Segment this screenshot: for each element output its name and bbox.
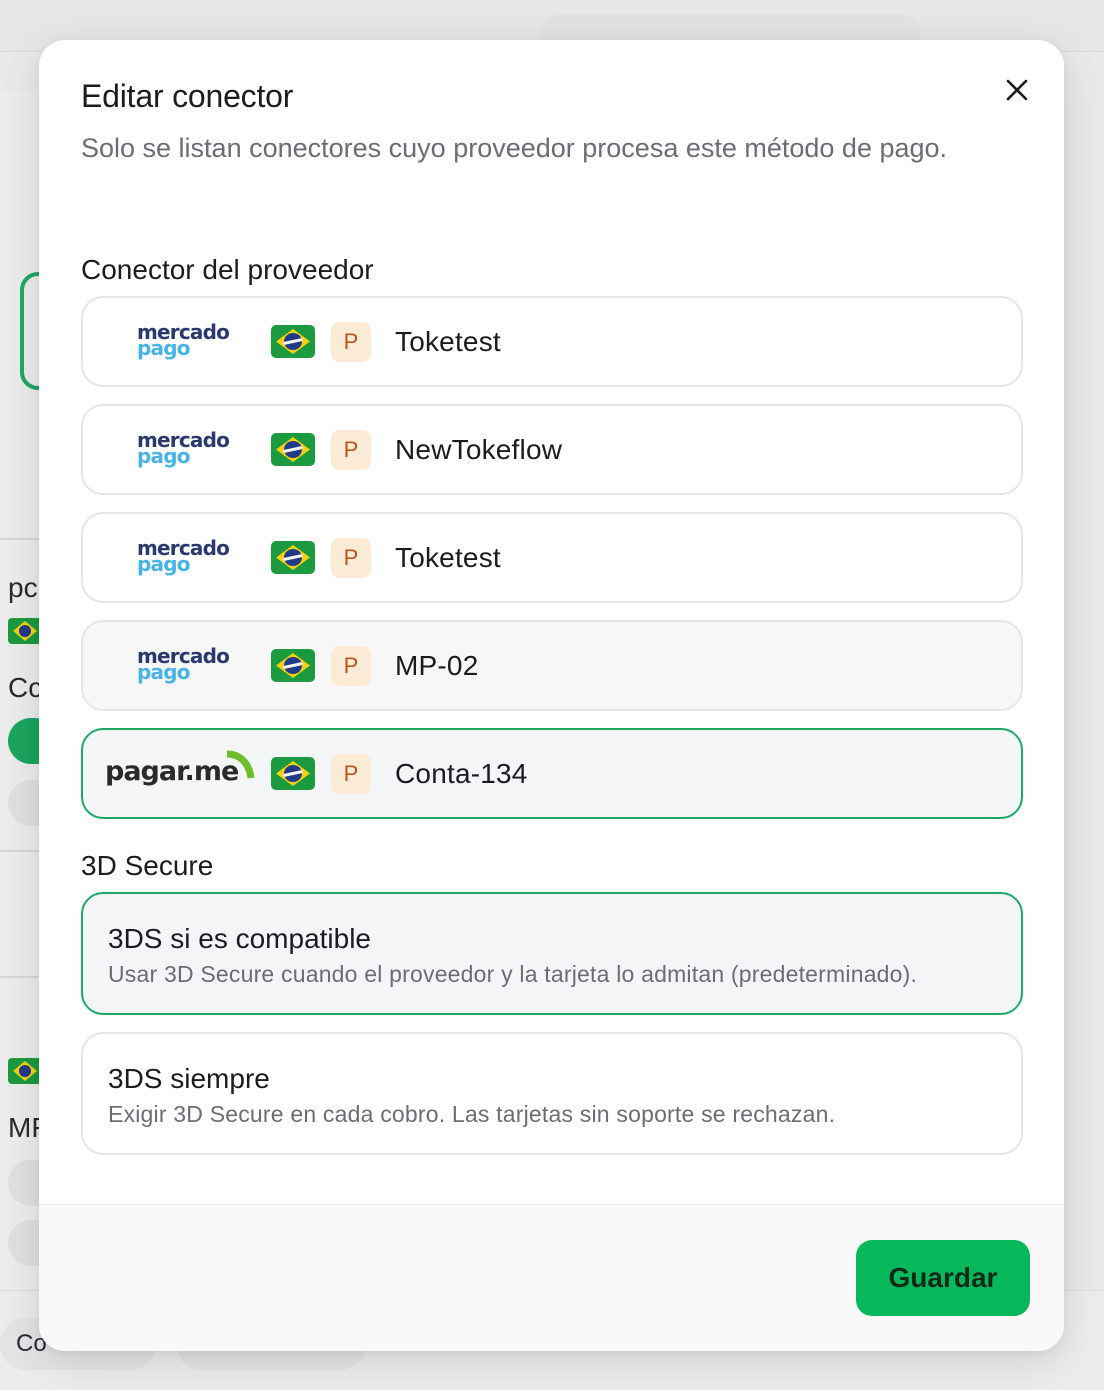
background-text: pc	[8, 572, 38, 603]
option-title: 3DS siempre	[108, 1063, 270, 1094]
provider-badge: P	[331, 429, 371, 470]
close-button[interactable]	[997, 70, 1037, 110]
secure-section-label: 3D Secure	[81, 850, 214, 881]
provider-badge: P	[331, 753, 371, 794]
mercado-pago-logo: mercado pago	[83, 528, 269, 588]
option-3ds-always[interactable]: 3DS siempre Exigir 3D Secure en cada cob…	[81, 1032, 1023, 1155]
background-flag-icon	[8, 618, 42, 644]
pagar-me-arc-icon	[226, 750, 255, 779]
brazil-flag-icon	[271, 325, 315, 358]
connector-option-conta-134[interactable]: pagar.me P Conta-134	[81, 728, 1023, 819]
connector-option-toketest-2[interactable]: mercado pago P Toketest	[81, 512, 1023, 603]
connector-name: Conta-134	[395, 757, 528, 789]
connector-section-label: Conector del proveedor	[81, 254, 374, 285]
brazil-flag-icon	[271, 757, 315, 790]
option-3ds-if-supported[interactable]: 3DS si es compatible Usar 3D Secure cuan…	[81, 892, 1023, 1015]
pagar-me-logo: pagar.me	[83, 744, 269, 804]
option-description: Usar 3D Secure cuando el proveedor y la …	[108, 961, 918, 987]
save-button[interactable]: Guardar	[856, 1240, 1030, 1316]
connector-name: Toketest	[395, 541, 501, 573]
brazil-flag-icon	[271, 649, 315, 682]
connector-name: NewTokeflow	[395, 433, 563, 465]
mercado-pago-logo: mercado pago	[83, 636, 269, 696]
connector-option-toketest[interactable]: mercado pago P Toketest	[81, 296, 1023, 387]
background-text: Cc	[8, 672, 43, 703]
brazil-flag-icon	[271, 541, 315, 574]
brazil-flag-icon	[271, 433, 315, 466]
option-description: Exigir 3D Secure en cada cobro. Las tarj…	[108, 1101, 836, 1127]
edit-connector-dialog: Editar conector Solo se listan conectore…	[39, 40, 1064, 1351]
connector-name: Toketest	[395, 325, 501, 357]
connector-name: MP-02	[395, 649, 479, 681]
mercado-pago-logo: mercado pago	[83, 312, 269, 372]
connector-option-newtokeflow[interactable]: mercado pago P NewTokeflow	[81, 404, 1023, 495]
provider-badge: P	[331, 321, 371, 362]
provider-badge: P	[331, 537, 371, 578]
connector-option-mp-02[interactable]: mercado pago P MP-02	[81, 620, 1023, 711]
mercado-pago-logo: mercado pago	[83, 420, 269, 480]
logo-text: pagar.me	[105, 755, 239, 787]
background-flag-icon	[8, 1058, 42, 1084]
close-icon	[1006, 79, 1028, 101]
dialog-description: Solo se listan conectores cuyo proveedor…	[81, 133, 948, 163]
provider-badge: P	[331, 645, 371, 686]
dialog-title: Editar conector	[81, 78, 294, 114]
option-title: 3DS si es compatible	[108, 923, 372, 954]
